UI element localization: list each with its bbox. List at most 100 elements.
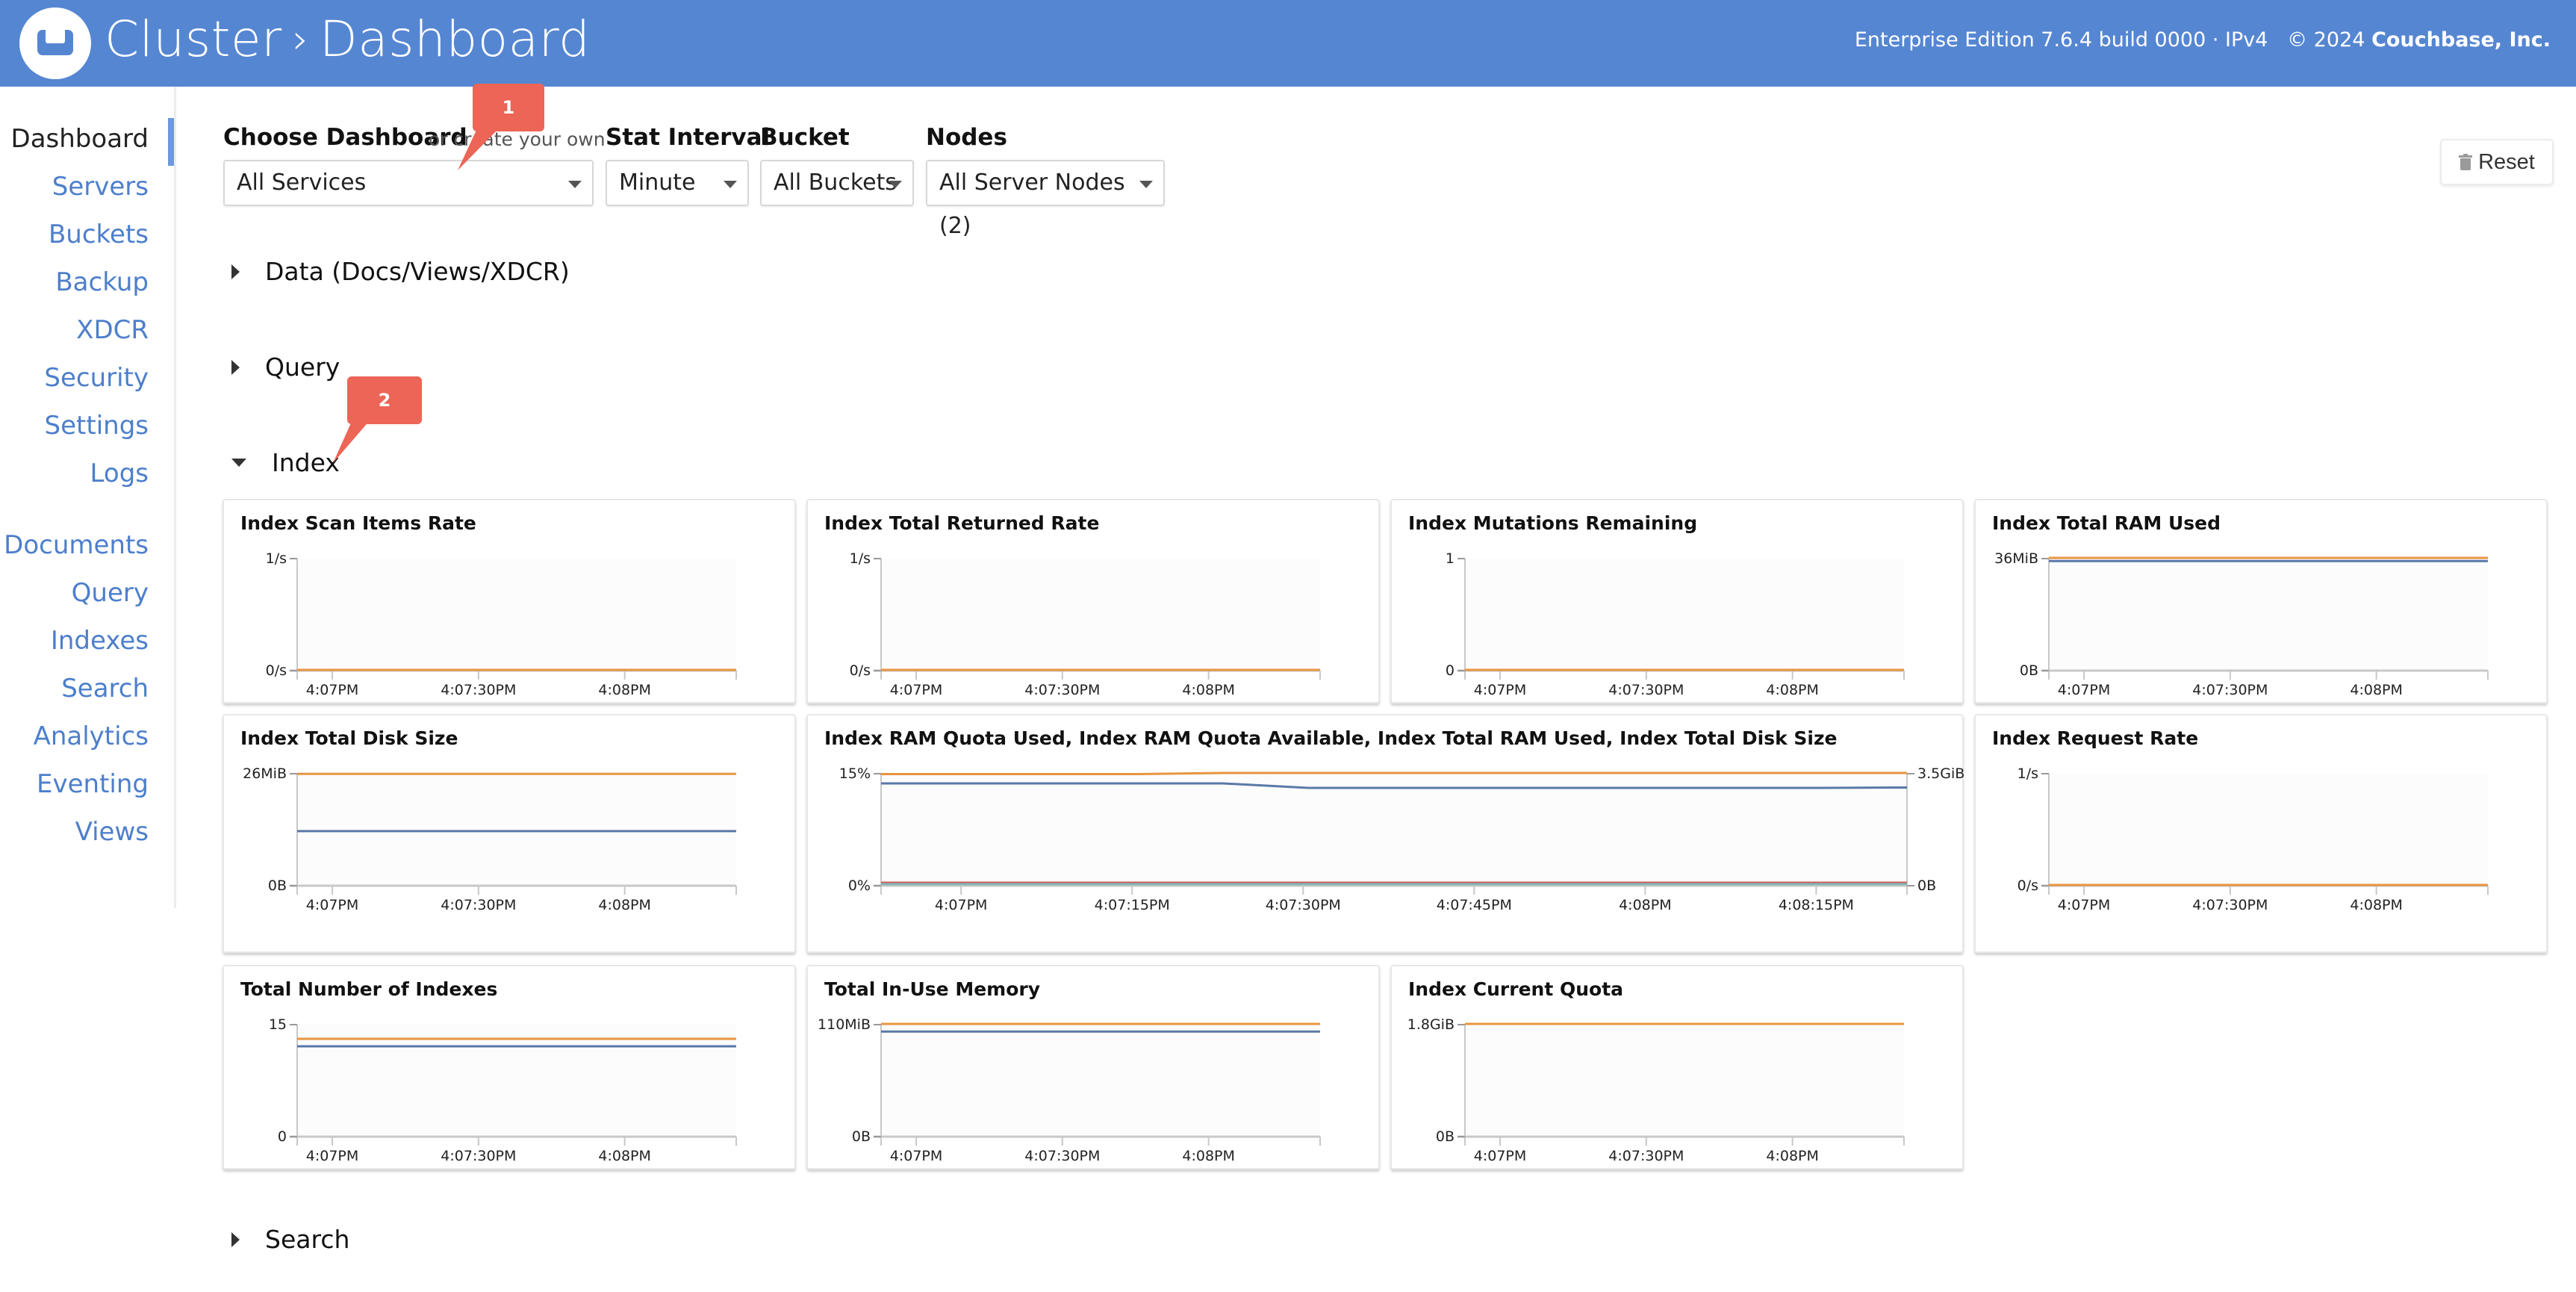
- bucket-label: Bucket: [760, 124, 850, 151]
- chart-card-total-number-of-indexes[interactable]: Total Number of Indexes 0 15 4:07PM 4:07:30P…: [223, 965, 796, 1170]
- line-chart[interactable]: 0B 110MiB 4:07PM 4:07:30PM 4:08PM: [808, 966, 1381, 1171]
- sidebar-item-analytics[interactable]: Analytics: [34, 721, 149, 751]
- chart-card-total-in-use-memory[interactable]: Total In-Use Memory 0B 110MiB 4:07PM 4:07:30…: [806, 965, 1380, 1170]
- x-tick-label: 4:08PM: [598, 682, 651, 698]
- chart-card-index-request-rate[interactable]: Index Request Rate 0/s 1/s 4:07PM 4:07:30PM 4…: [1974, 714, 2548, 953]
- stat-interval-value: Minute: [619, 170, 696, 196]
- page-title: Cluster › Dashboard: [105, 10, 590, 68]
- callout-marker-1: 1: [473, 84, 544, 131]
- couchbase-logo-icon[interactable]: [19, 7, 91, 79]
- x-tick-label: 4:07:30PM: [441, 682, 516, 698]
- stat-interval-select[interactable]: Minute: [606, 160, 749, 206]
- y-tick-label: 0: [1446, 662, 1455, 679]
- plot-area: [881, 774, 1907, 886]
- sidebar-nav: Dashboard Servers Buckets Backup XDCR Se…: [0, 87, 176, 908]
- section-query[interactable]: Query: [231, 352, 340, 382]
- sidebar-item-xdcr[interactable]: XDCR: [76, 315, 149, 345]
- line-chart[interactable]: 0B 26MiB 4:07PM 4:07:30PM 4:08PM: [224, 715, 797, 954]
- x-tick-label: 4:07PM: [1474, 682, 1527, 698]
- x-tick-label: 4:08:15PM: [1779, 897, 1854, 913]
- caret-right-icon: [231, 1232, 240, 1247]
- x-tick-label: 4:07PM: [2058, 897, 2111, 913]
- caret-right-icon: [231, 359, 240, 375]
- y-tick-label: 0: [278, 1128, 287, 1145]
- sidebar-item-documents[interactable]: Documents: [4, 530, 149, 560]
- reset-button-label: Reset: [2478, 149, 2535, 174]
- y-tick-label: 0B: [2020, 662, 2038, 679]
- x-tick-label: 4:07:30PM: [2192, 897, 2268, 913]
- x-tick-label: 4:07:30PM: [441, 897, 516, 913]
- nodes-select[interactable]: All Server Nodes (2): [926, 160, 1165, 239]
- sidebar-item-settings[interactable]: Settings: [45, 411, 149, 441]
- plot-area: [297, 774, 736, 886]
- nodes-label: Nodes: [926, 124, 1007, 151]
- copyright-company: Couchbase, Inc.: [2371, 28, 2551, 52]
- chart-card-index-total-disk-size[interactable]: Index Total Disk Size 0B 26MiB 4:07PM 4:07:3…: [223, 714, 796, 953]
- line-chart[interactable]: 0/s 1/s 4:07PM 4:07:30PM 4:08PM: [808, 500, 1381, 705]
- edition-text: Enterprise Edition 7.6.4 build 0000 · IP…: [1854, 28, 2268, 52]
- active-nav-indicator: [168, 118, 174, 166]
- line-chart[interactable]: 0B 1.8GiB 4:07PM 4:07:30PM 4:08PM: [1392, 966, 1965, 1171]
- x-tick-label: 4:08PM: [2350, 897, 2403, 913]
- chart-card-index-current-quota[interactable]: Index Current Quota 0B 1.8GiB 4:07PM 4:07:30…: [1390, 965, 1964, 1170]
- chevron-down-icon: [724, 181, 737, 188]
- reset-button[interactable]: Reset: [2440, 139, 2554, 185]
- x-tick-label: 4:07PM: [935, 897, 988, 913]
- line-chart[interactable]: 0/s 1/s 4:07PM 4:07:30PM 4:08PM: [1976, 715, 2549, 954]
- y-tick-label: 0B: [268, 878, 287, 894]
- y-tick-label: 26MiB: [243, 765, 287, 782]
- chart-card-index-total-returned-rate[interactable]: Index Total Returned Rate 0/s 1/s 4:07PM 4:0…: [806, 499, 1380, 704]
- chart-card-index-ram-quota-used-index-ram-quota-ava[interactable]: Index RAM Quota Used, Index RAM Quota Av…: [806, 714, 1964, 953]
- breadcrumb-cluster[interactable]: Cluster: [105, 10, 282, 68]
- y-tick-label: 36MiB: [1994, 550, 2038, 567]
- section-search[interactable]: Search: [231, 1225, 349, 1254]
- chart-card-index-mutations-remaining[interactable]: Index Mutations Remaining 0 1 4:07PM 4:07:30…: [1390, 499, 1964, 704]
- x-tick-label: 4:07:30PM: [2192, 682, 2268, 698]
- line-chart[interactable]: 0% 0B 15% 3.5GiB 4:07PM 4:07:15PM 4:07:30PM 4:0…: [808, 715, 1965, 954]
- series-line-index-ram-quota-available[interactable]: [881, 771, 1907, 775]
- plot-area: [1465, 559, 1904, 671]
- y-tick-label: 0/s: [2017, 878, 2038, 894]
- x-tick-label: 4:07PM: [306, 682, 359, 698]
- sidebar-item-dashboard[interactable]: Dashboard: [11, 124, 149, 154]
- section-index[interactable]: Index: [231, 448, 340, 477]
- sidebar-item-views[interactable]: Views: [75, 817, 149, 847]
- x-tick-label: 4:08PM: [1766, 682, 1819, 698]
- y-tick-label: 0B: [1436, 1128, 1455, 1145]
- section-data[interactable]: Data (Docs/Views/XDCR): [231, 257, 570, 286]
- breadcrumb-dashboard: Dashboard: [319, 10, 591, 68]
- sidebar-item-buckets[interactable]: Buckets: [49, 220, 149, 249]
- line-chart[interactable]: 0 1 4:07PM 4:07:30PM 4:08PM: [1392, 500, 1965, 705]
- dashboard-select[interactable]: All Services: [223, 160, 594, 206]
- x-tick-label: 4:07:15PM: [1095, 897, 1170, 913]
- bucket-select[interactable]: All Buckets: [760, 160, 914, 206]
- plot-area: [2049, 774, 2488, 886]
- sidebar-item-servers[interactable]: Servers: [52, 172, 149, 202]
- y-tick-label: 1: [1446, 550, 1455, 567]
- chevron-down-icon: [568, 181, 582, 188]
- line-chart[interactable]: 0 15 4:07PM 4:07:30PM 4:08PM: [224, 966, 797, 1171]
- y-tick-label: 1/s: [266, 550, 287, 567]
- trash-icon: [2459, 154, 2473, 170]
- line-chart[interactable]: 0B 36MiB 4:07PM 4:07:30PM 4:08PM: [1976, 500, 2549, 705]
- sidebar-item-indexes[interactable]: Indexes: [51, 626, 149, 656]
- x-tick-label: 4:07:30PM: [1024, 682, 1100, 698]
- sidebar-item-query[interactable]: Query: [72, 578, 149, 608]
- plot-area: [881, 1025, 1320, 1137]
- chart-card-index-scan-items-rate[interactable]: Index Scan Items Rate 0/s 1/s 4:07PM 4:07:30…: [223, 499, 796, 704]
- sidebar-item-backup[interactable]: Backup: [55, 267, 149, 297]
- chart-card-index-total-ram-used[interactable]: Index Total RAM Used 0B 36MiB 4:07PM 4:07:30…: [1974, 499, 2548, 704]
- line-chart[interactable]: 0/s 1/s 4:07PM 4:07:30PM 4:08PM: [224, 500, 797, 705]
- plot-area: [1465, 1025, 1904, 1137]
- y-tick-label: 1.8GiB: [1407, 1016, 1455, 1033]
- sidebar-item-logs[interactable]: Logs: [90, 459, 149, 488]
- section-search-label: Search: [265, 1225, 350, 1254]
- x-tick-label: 4:07:30PM: [441, 1148, 516, 1164]
- sidebar-item-eventing[interactable]: Eventing: [37, 769, 149, 799]
- chevron-down-icon: [889, 181, 902, 188]
- sidebar-item-security[interactable]: Security: [44, 363, 149, 393]
- x-tick-label: 4:08PM: [598, 1148, 651, 1164]
- callout-marker-2: 2: [347, 376, 422, 424]
- sidebar-item-search[interactable]: Search: [61, 674, 149, 704]
- callout-pointer-2: [333, 420, 370, 463]
